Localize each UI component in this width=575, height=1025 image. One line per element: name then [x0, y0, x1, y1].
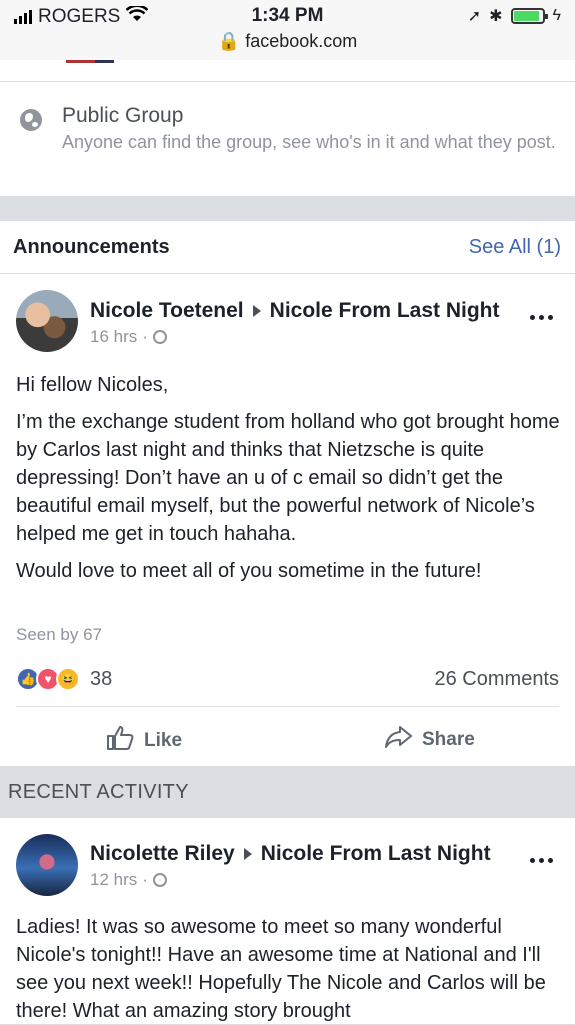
reactions-summary[interactable]: 👍 ♥ 😆 38	[16, 667, 112, 691]
post-body: Hi fellow Nicoles, I’m the exchange stud…	[16, 371, 561, 594]
recent-post-card: Nicolette Riley Nicole From Last Night 1…	[0, 818, 575, 1024]
like-button[interactable]: Like	[106, 725, 182, 757]
seen-by[interactable]: Seen by 67	[16, 625, 102, 645]
more-options-button[interactable]	[530, 858, 553, 863]
status-icons: ➚ ✱ ϟ	[468, 6, 561, 26]
privacy-title: Public Group	[62, 104, 184, 127]
post-body: Ladies! It was so awesome to meet so man…	[16, 916, 546, 1022]
group-name[interactable]: Nicole From Last Night	[261, 842, 491, 866]
arrow-right-icon	[252, 305, 261, 317]
group-privacy-info: Public Group Anyone can find the group, …	[0, 82, 575, 196]
globe-icon	[20, 109, 42, 131]
timestamp[interactable]: 12 hrs	[90, 870, 137, 890]
like-label: Like	[144, 730, 183, 751]
share-icon	[384, 725, 412, 755]
announcements-header: Announcements See All (1)	[0, 221, 575, 274]
thumbs-up-icon	[106, 725, 134, 757]
charging-icon: ϟ	[552, 7, 561, 24]
post-paragraph: I’m the exchange student from holland wh…	[16, 411, 560, 545]
post-header: Nicolette Riley Nicole From Last Night	[90, 842, 491, 866]
announcements-title: Announcements	[13, 236, 170, 258]
post-paragraph: Hi fellow Nicoles,	[16, 374, 169, 396]
post-actions: Like Share	[16, 706, 559, 766]
post-time: 16 hrs ·	[90, 327, 167, 347]
post-header: Nicole Toetenel Nicole From Last Night	[90, 299, 500, 323]
globe-icon	[152, 330, 167, 344]
comments-count[interactable]: 26 Comments	[435, 668, 560, 691]
cover-strip	[0, 60, 575, 82]
avatar[interactable]	[16, 290, 78, 352]
privacy-description: Anyone can find the group, see who's in …	[62, 132, 556, 152]
announcements-card: Announcements See All (1) Nicole Toetene…	[0, 221, 575, 766]
author-name[interactable]: Nicole Toetenel	[90, 299, 244, 323]
author-name[interactable]: Nicolette Riley	[90, 842, 235, 866]
location-icon: ➚	[467, 8, 482, 25]
see-all-link[interactable]: See All (1)	[469, 236, 561, 259]
recent-activity-header: RECENT ACTIVITY	[0, 766, 575, 818]
battery-icon	[510, 8, 548, 24]
status-bar: ROGERS 1:34 PM 🔒 facebook.com ➚ ✱ ϟ	[0, 0, 575, 60]
bluetooth-icon: ✱	[489, 8, 503, 25]
share-label: Share	[422, 729, 475, 750]
lock-icon: 🔒	[217, 31, 241, 51]
share-button[interactable]: Share	[384, 725, 475, 755]
arrow-right-icon	[243, 848, 252, 860]
reaction-count: 38	[90, 667, 113, 690]
group-name[interactable]: Nicole From Last Night	[270, 299, 500, 323]
recent-activity-label: RECENT ACTIVITY	[8, 781, 189, 803]
post-time: 12 hrs ·	[90, 870, 167, 890]
url-bar[interactable]: 🔒 facebook.com	[0, 31, 575, 52]
more-options-button[interactable]	[530, 315, 553, 320]
globe-icon	[152, 873, 167, 887]
haha-reaction-icon: 😆	[56, 667, 80, 691]
timestamp[interactable]: 16 hrs	[90, 327, 137, 347]
url-text: facebook.com	[245, 31, 358, 51]
post-paragraph: Would love to meet all of you sometime i…	[16, 560, 482, 582]
avatar[interactable]	[16, 834, 78, 896]
